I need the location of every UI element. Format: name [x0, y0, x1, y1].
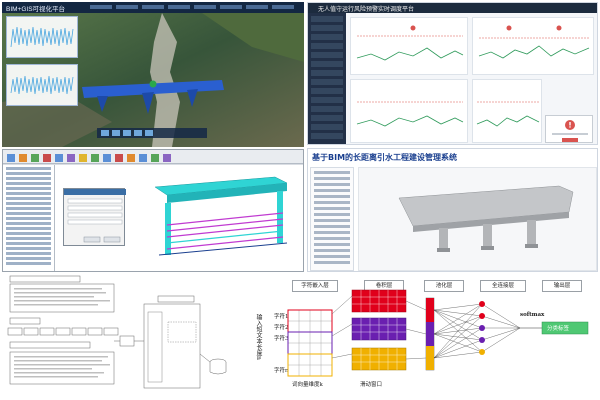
sidebar-item[interactable] — [311, 16, 343, 22]
sidebar-item[interactable] — [311, 115, 343, 121]
bim-viewport[interactable] — [358, 167, 597, 271]
sidebar-item[interactable] — [311, 124, 343, 130]
trend-card[interactable] — [472, 79, 542, 143]
sidebar-item[interactable] — [311, 106, 343, 112]
monitor-chart[interactable] — [6, 64, 78, 106]
cnn-diagram-panel: 字符嵌入层 卷积层 池化层 全连接层 输出层 输入短文本长度n 字符1 字符2 … — [244, 274, 598, 398]
flowchart-diagram — [7, 275, 227, 389]
sidebar-menu[interactable] — [308, 13, 346, 144]
sidebar-item[interactable] — [311, 43, 343, 49]
menu-item[interactable] — [90, 5, 112, 9]
sidebar-item[interactable] — [311, 97, 343, 103]
properties-dialog[interactable] — [63, 188, 126, 246]
menu-item[interactable] — [246, 5, 268, 9]
alert-dialog[interactable] — [545, 115, 593, 143]
app-title: 基于BIM的长距离引水工程建设管理系统 — [312, 153, 458, 162]
location-marker-icon — [149, 80, 157, 88]
app-title: BIM+GIS可视化平台 — [6, 6, 66, 13]
header-bar: BIM+GIS可视化平台 — [2, 2, 304, 13]
confirm-button — [562, 138, 578, 142]
cad-modeling-panel — [2, 149, 304, 272]
model-tree[interactable] — [3, 165, 55, 271]
home-icon[interactable] — [145, 130, 153, 136]
ribbon-toolbar[interactable] — [3, 150, 303, 164]
bim-gis-panel: BIM+GIS可视化平台 — [2, 2, 304, 147]
sidebar-item[interactable] — [311, 79, 343, 85]
zoom-in-icon[interactable] — [101, 130, 109, 136]
output-label: 分类标签 — [547, 326, 570, 332]
conv-map-red — [351, 289, 407, 313]
menu-item[interactable] — [116, 5, 138, 9]
layers-icon[interactable] — [123, 130, 131, 136]
sidebar-item[interactable] — [311, 25, 343, 31]
map-toolbar — [97, 128, 207, 138]
monitor-chart[interactable] — [6, 16, 78, 58]
menu-item[interactable] — [194, 5, 216, 9]
vocab-dim-label: 词向量维度k — [292, 382, 323, 388]
conv-map-purple — [351, 317, 407, 341]
project-tree[interactable] — [310, 167, 354, 271]
water-diversion-panel: 基于BIM的长距离引水工程建设管理系统 — [307, 148, 598, 272]
sidebar-item[interactable] — [311, 34, 343, 40]
softmax-label: softmax — [520, 312, 545, 318]
sidebar-item[interactable] — [311, 133, 343, 139]
text-flowchart-panel — [2, 274, 242, 398]
menu-item[interactable] — [220, 5, 242, 9]
zoom-out-icon[interactable] — [112, 130, 120, 136]
menu-item[interactable] — [272, 5, 294, 9]
menu-item[interactable] — [168, 5, 190, 9]
sidebar-item[interactable] — [311, 61, 343, 67]
trend-card[interactable] — [350, 79, 468, 143]
trend-card[interactable] — [350, 17, 468, 75]
conv-map-gold — [351, 347, 407, 371]
sidebar-item[interactable] — [311, 52, 343, 58]
sliding-window-label: 滑动窗口 — [360, 382, 383, 388]
trend-card[interactable] — [472, 17, 594, 75]
menu-item[interactable] — [142, 5, 164, 9]
app-title: 无人值守运行风险预警实时调度平台 — [318, 6, 415, 13]
header-bar: 无人值守运行风险预警实时调度平台 — [308, 3, 597, 13]
measure-icon[interactable] — [134, 130, 142, 136]
sidebar-item[interactable] — [311, 88, 343, 94]
sidebar-item[interactable] — [311, 70, 343, 76]
risk-warning-panel: 无人值守运行风险预警实时调度平台 — [307, 2, 598, 145]
